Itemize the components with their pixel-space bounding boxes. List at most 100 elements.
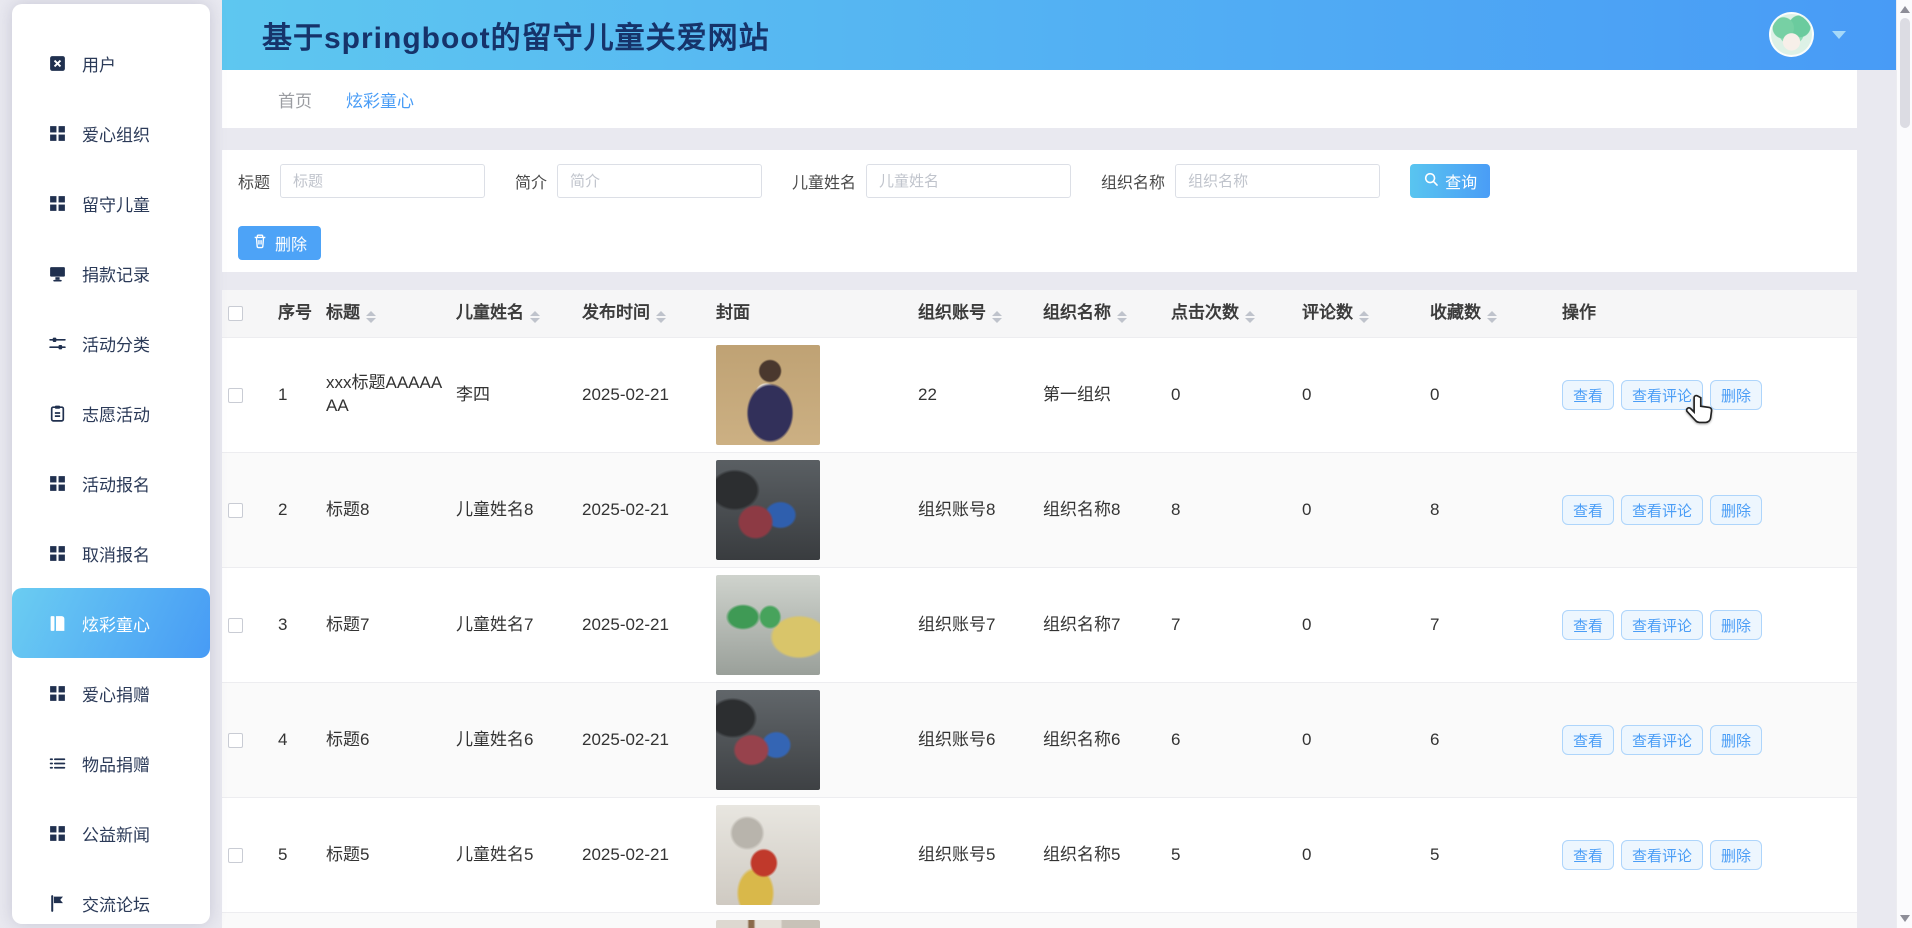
delete-row-button[interactable]: 删除: [1710, 380, 1762, 410]
sidebar-item-6[interactable]: 活动报名: [12, 448, 210, 518]
search-button[interactable]: 查询: [1410, 164, 1490, 198]
filter-input-3[interactable]: [1175, 164, 1380, 198]
column-header-6[interactable]: 组织名称: [1035, 302, 1163, 325]
filter-input-1[interactable]: [557, 164, 762, 198]
row-cell-org_name: 组织名称8: [1035, 499, 1163, 522]
view-comments-button[interactable]: 查看评论: [1621, 380, 1703, 410]
sidebar-item-9[interactable]: 爱心捐赠: [12, 658, 210, 728]
row-checkbox[interactable]: [228, 388, 243, 403]
sidebar-item-5[interactable]: 志愿活动: [12, 378, 210, 448]
row-cell-child_name: 儿童姓名7: [448, 614, 574, 637]
row-cell-cover: [712, 805, 910, 905]
table-header-row: 序号标题儿童姓名发布时间封面组织账号组织名称点击次数评论数收藏数操作: [222, 290, 1857, 338]
avatar[interactable]: [1769, 12, 1814, 57]
breadcrumb-home[interactable]: 首页: [278, 87, 312, 112]
column-header-label: 发布时间: [582, 303, 650, 322]
sidebar-item-12[interactable]: 交流论坛: [12, 868, 210, 928]
row-cell-comments: 0: [1294, 614, 1422, 637]
scroll-down-arrow-icon[interactable]: [1900, 915, 1910, 922]
row-checkbox[interactable]: [228, 848, 243, 863]
sidebar-item-3[interactable]: 捐款记录: [12, 238, 210, 308]
view-button[interactable]: 查看: [1562, 495, 1614, 525]
sort-caret-icon[interactable]: [1245, 311, 1255, 323]
chevron-down-icon[interactable]: [1832, 31, 1846, 39]
view-comments-button[interactable]: 查看评论: [1621, 725, 1703, 755]
filter-input-2[interactable]: [866, 164, 1071, 198]
row-cell-org_name: 组织名称7: [1035, 614, 1163, 637]
delete-button[interactable]: 删除: [238, 226, 321, 260]
column-header-1[interactable]: 标题: [318, 302, 448, 325]
sidebar-item-1[interactable]: 爱心组织: [12, 98, 210, 168]
delete-row-button[interactable]: 删除: [1710, 495, 1762, 525]
user-x-icon: [48, 54, 67, 73]
column-header-9[interactable]: 收藏数: [1422, 302, 1554, 325]
data-table: 序号标题儿童姓名发布时间封面组织账号组织名称点击次数评论数收藏数操作 1xxx标…: [222, 290, 1857, 928]
row-cell-checkbox: [222, 503, 270, 518]
filter-input-0[interactable]: [280, 164, 485, 198]
sidebar-item-7[interactable]: 取消报名: [12, 518, 210, 588]
view-button[interactable]: 查看: [1562, 610, 1614, 640]
row-cell-checkbox: [222, 848, 270, 863]
sidebar-item-label: 爱心组织: [82, 121, 150, 146]
row-checkbox[interactable]: [228, 618, 243, 633]
view-button[interactable]: 查看: [1562, 380, 1614, 410]
row-cell-cover: [712, 460, 910, 560]
view-button[interactable]: 查看: [1562, 725, 1614, 755]
row-cell-index: 5: [270, 844, 318, 867]
row-cell-publish_date: 2025-02-21: [574, 729, 712, 752]
row-cell-cover: [712, 690, 910, 790]
column-header-0: 序号: [270, 302, 318, 325]
row-cell-child_name: 儿童姓名8: [448, 499, 574, 522]
sidebar-item-8[interactable]: 炫彩童心: [12, 588, 210, 658]
sort-caret-icon[interactable]: [1359, 311, 1369, 323]
column-header-5[interactable]: 组织账号: [910, 302, 1035, 325]
view-button[interactable]: 查看: [1562, 840, 1614, 870]
sort-caret-icon[interactable]: [1487, 311, 1497, 323]
delete-row-button[interactable]: 删除: [1710, 840, 1762, 870]
delete-row-button[interactable]: 删除: [1710, 725, 1762, 755]
column-header-2[interactable]: 儿童姓名: [448, 302, 574, 325]
row-cell-org_account: 组织账号8: [910, 499, 1035, 522]
sort-caret-icon[interactable]: [366, 311, 376, 323]
sidebar-item-label: 用户: [82, 51, 116, 76]
row-cell-favorites: 6: [1422, 729, 1554, 752]
scroll-up-arrow-icon[interactable]: [1900, 6, 1910, 13]
column-header-label: 操作: [1562, 303, 1596, 322]
view-comments-button[interactable]: 查看评论: [1621, 610, 1703, 640]
view-comments-button[interactable]: 查看评论: [1621, 495, 1703, 525]
sort-caret-icon[interactable]: [992, 311, 1002, 323]
sidebar-item-11[interactable]: 公益新闻: [12, 798, 210, 868]
vertical-scrollbar[interactable]: [1896, 0, 1912, 928]
delete-row-button[interactable]: 删除: [1710, 610, 1762, 640]
column-header-7[interactable]: 点击次数: [1163, 302, 1294, 325]
filter-group-3: 组织名称: [1101, 164, 1380, 198]
row-cell-title: 标题8: [318, 499, 448, 522]
grid-icon: [48, 824, 67, 843]
breadcrumb-current[interactable]: 炫彩童心: [346, 87, 414, 112]
sidebar-item-2[interactable]: 留守儿童: [12, 168, 210, 238]
select-all-checkbox[interactable]: [228, 306, 243, 321]
row-checkbox[interactable]: [228, 503, 243, 518]
sidebar-item-0[interactable]: 用户: [12, 28, 210, 98]
row-cell-org_account: 组织账号7: [910, 614, 1035, 637]
row-cell-comments: 0: [1294, 844, 1422, 867]
trash-icon: [252, 233, 268, 254]
scrollbar-thumb[interactable]: [1900, 18, 1910, 128]
sidebar-item-10[interactable]: 物品捐赠: [12, 728, 210, 798]
sort-caret-icon[interactable]: [656, 311, 666, 323]
sidebar-item-4[interactable]: 活动分类: [12, 308, 210, 378]
column-header-label: 收藏数: [1430, 303, 1481, 322]
row-cell-org_account: 22: [910, 384, 1035, 407]
view-comments-button[interactable]: 查看评论: [1621, 840, 1703, 870]
column-header-8[interactable]: 评论数: [1294, 302, 1422, 325]
row-cell-publish_date: 2025-02-21: [574, 844, 712, 867]
column-header-label: 组织账号: [918, 303, 986, 322]
row-checkbox[interactable]: [228, 733, 243, 748]
sort-caret-icon[interactable]: [530, 311, 540, 323]
sidebar-item-label: 留守儿童: [82, 191, 150, 216]
sidebar-item-label: 交流论坛: [82, 891, 150, 916]
column-header-3[interactable]: 发布时间: [574, 302, 712, 325]
sort-caret-icon[interactable]: [1117, 311, 1127, 323]
monitor-icon: [48, 264, 67, 283]
row-cell-cover: [712, 920, 910, 928]
